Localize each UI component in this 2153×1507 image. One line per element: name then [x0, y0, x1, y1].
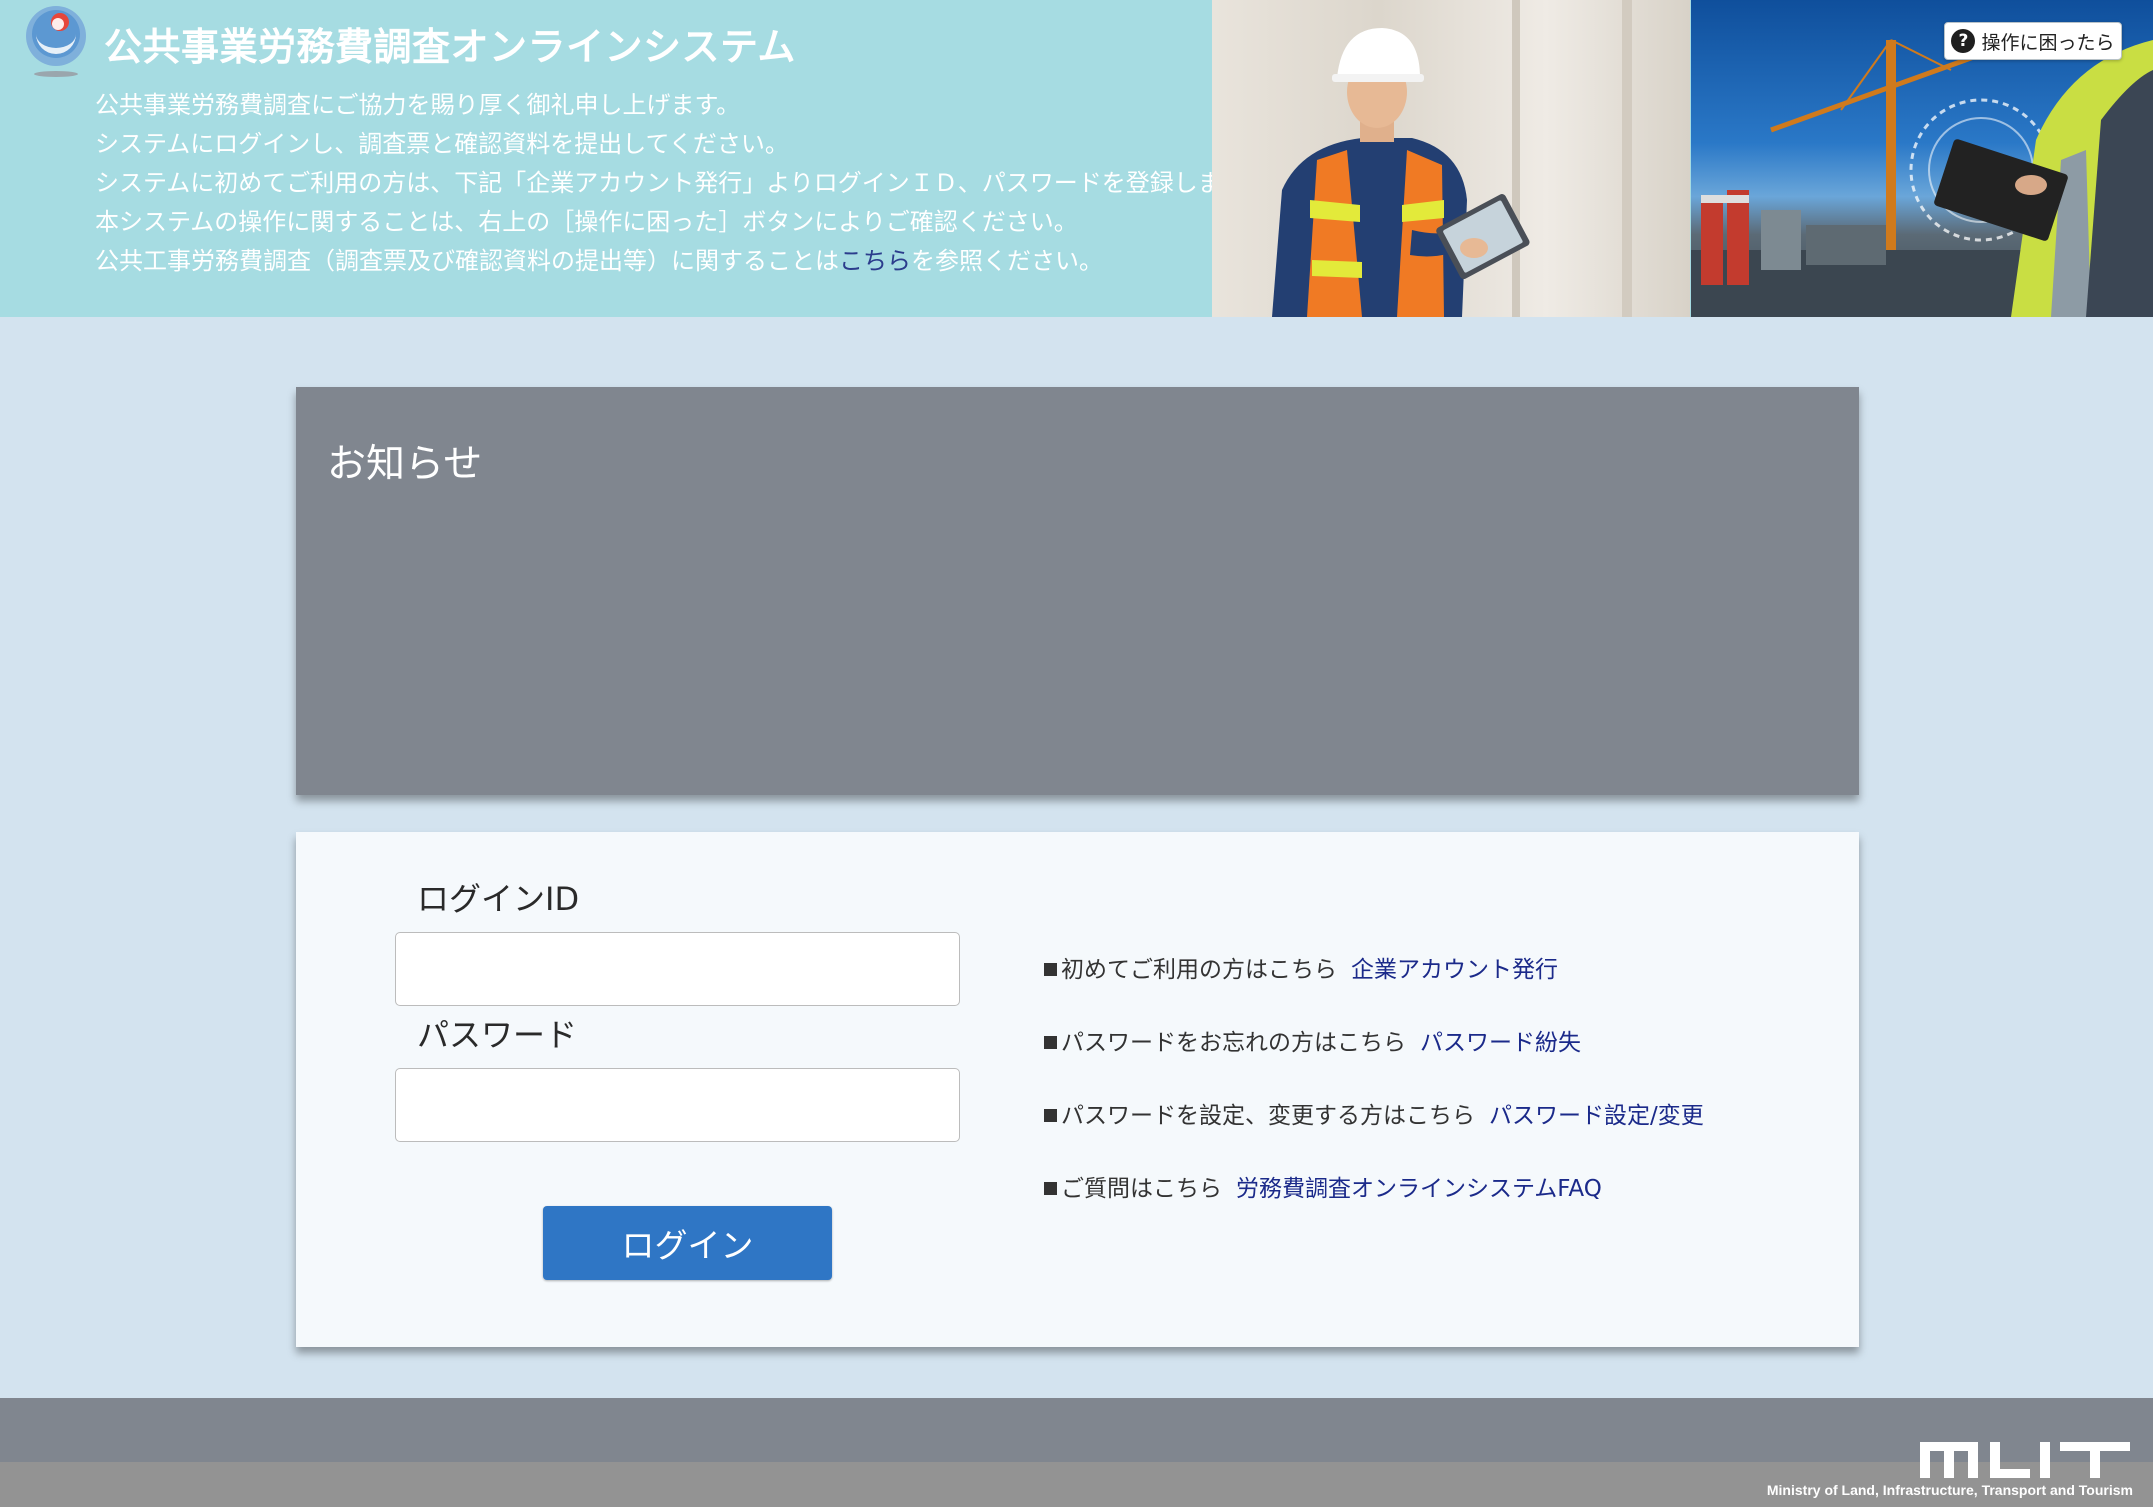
link-row-password-lost: パスワードをお忘れの方はこちら パスワード紛失: [1044, 1023, 1581, 1057]
link-row-prefix: 初めてご利用の方はこちら: [1061, 957, 1337, 983]
worker-illustration: [1272, 0, 1632, 317]
intro-text-before-link: 公共工事労務費調査（調査票及び確認資料の提出等）に関することは: [95, 247, 839, 275]
intro-text: 公共事業労務費調査にご協力を賜り厚く御礼申し上げます。 システムにログインし、調…: [95, 86, 1268, 281]
login-button[interactable]: ログイン: [543, 1206, 832, 1280]
notice-panel: お知らせ: [296, 387, 1859, 795]
help-button-label: 操作に困ったら: [1981, 31, 2115, 54]
bullet-square-icon: [1044, 1182, 1057, 1195]
bullet-square-icon: [1044, 1109, 1057, 1122]
login-id-label: ログインID: [417, 880, 580, 918]
link-row-prefix: パスワードを設定、変更する方はこちら: [1061, 1103, 1475, 1129]
notice-title: お知らせ: [327, 442, 483, 487]
footer-caption: Ministry of Land, Infrastructure, Transp…: [1766, 1482, 2133, 1498]
intro-line: 本システムの操作に関することは、右上の［操作に困った］ボタンによりご確認ください…: [95, 208, 1078, 236]
link-row-account: 初めてご利用の方はこちら 企業アカウント発行: [1044, 950, 1558, 984]
intro-text-after-link: を参照ください。: [911, 247, 1103, 275]
header-photo-worker: [1212, 0, 1690, 317]
change-password-link[interactable]: パスワード設定/変更: [1489, 1103, 1704, 1129]
link-row-password-change: パスワードを設定、変更する方はこちら パスワード設定/変更: [1044, 1096, 1704, 1130]
help-button[interactable]: ? 操作に困ったら: [1944, 22, 2122, 60]
mlit-emblem-icon: [26, 6, 86, 77]
intro-line: 公共工事労務費調査（調査票及び確認資料の提出等）に関することはこちらを参照くださ…: [95, 242, 1195, 281]
intro-line: システムにログインし、調査票と確認資料を提出してください。: [95, 130, 789, 158]
login-panel: ログインID パスワード ログイン 初めてご利用の方はこちら 企業アカウント発行 …: [296, 832, 1859, 1347]
link-row-prefix: ご質問はこちら: [1061, 1176, 1222, 1202]
help-question-icon: ?: [1951, 29, 1976, 53]
footer-band: [0, 1398, 2153, 1462]
password-label: パスワード: [417, 1016, 578, 1054]
password-input[interactable]: [395, 1068, 960, 1142]
create-account-link[interactable]: 企業アカウント発行: [1351, 957, 1558, 983]
bullet-square-icon: [1044, 1036, 1057, 1049]
intro-line: システムに初めてご利用の方は、下記「企業アカウント発行」よりログインＩＤ、パスワ…: [95, 169, 1268, 197]
intro-line: 公共事業労務費調査にご協力を賜り厚く御礼申し上げます。: [95, 91, 741, 119]
app-title: 公共事業労務費調査オンラインシステム: [104, 25, 796, 69]
login-id-input[interactable]: [395, 932, 960, 1006]
bullet-square-icon: [1044, 963, 1057, 976]
page: 公共事業労務費調査オンラインシステム 公共事業労務費調査にご協力を賜り厚く御礼申…: [0, 0, 2153, 1507]
lost-password-link[interactable]: パスワード紛失: [1420, 1030, 1581, 1056]
mlit-logo-icon: [1920, 1442, 2130, 1478]
header-banner: 公共事業労務費調査オンラインシステム 公共事業労務費調査にご協力を賜り厚く御礼申…: [0, 0, 2153, 317]
link-row-faq: ご質問はこちら 労務費調査オンラインシステムFAQ: [1044, 1169, 1602, 1203]
faq-link[interactable]: 労務費調査オンラインシステムFAQ: [1236, 1176, 1602, 1202]
link-row-prefix: パスワードをお忘れの方はこちら: [1061, 1030, 1406, 1056]
intro-reference-link[interactable]: こちら: [839, 247, 911, 275]
